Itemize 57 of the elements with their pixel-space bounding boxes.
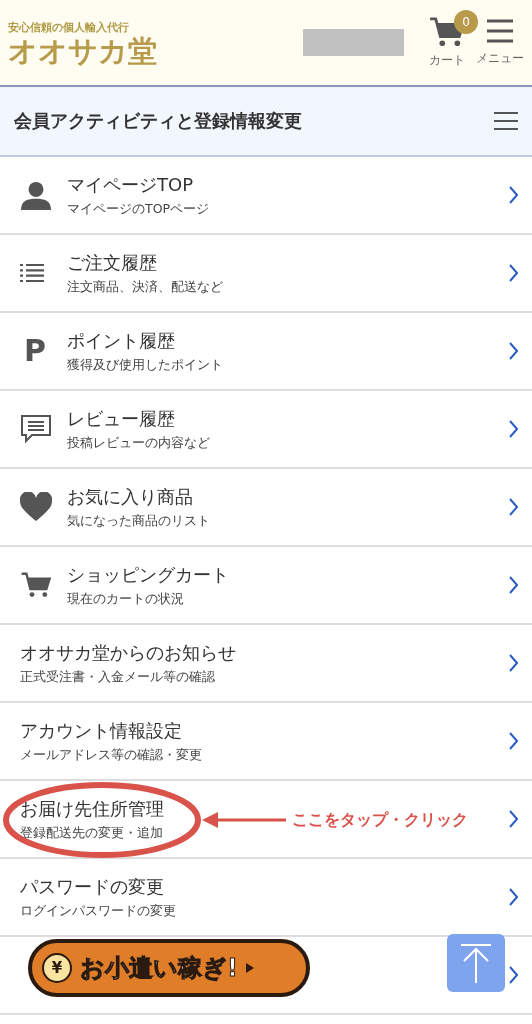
chevron-icon: [508, 966, 518, 984]
row-subtitle: 現在のカートの状況: [67, 590, 184, 608]
chevron-icon: [508, 576, 518, 594]
chevron-icon: [508, 420, 518, 438]
annotation-text: ここをタップ・クリック: [292, 809, 468, 831]
row-title: ポイント履歴: [67, 328, 175, 353]
row-subtitle: 注文商品、決済、配送など: [67, 278, 223, 296]
chevron-icon: [508, 342, 518, 360]
menu-button[interactable]: メニュー: [476, 18, 524, 67]
cart-icon: [20, 570, 52, 600]
menu-row[interactable]: ご注文履歴 注文商品、決済、配送など: [0, 235, 532, 313]
row-title: お届け先住所管理: [20, 796, 164, 821]
row-subtitle: 投稿レビューの内容など: [67, 434, 210, 452]
menu-row[interactable]: マイページTOP マイページのTOPページ: [0, 157, 532, 235]
chevron-icon: [508, 264, 518, 282]
row-subtitle: 獲得及び使用したポイント: [67, 356, 223, 374]
person-icon: [20, 180, 52, 210]
yen-coin-icon: ¥: [42, 953, 72, 983]
menu-row[interactable]: レビュー履歴 投稿レビューの内容など: [0, 391, 532, 469]
cart-count-badge: 0: [454, 10, 478, 34]
row-subtitle: メールアドレス等の確認・変更: [20, 746, 202, 764]
row-title: ご注文履歴: [67, 250, 157, 275]
menu-icon[interactable]: [494, 111, 518, 131]
row-title: オオサカ堂からのお知らせ: [20, 640, 236, 665]
play-icon: [245, 963, 254, 973]
chat-icon: [20, 414, 52, 444]
chevron-icon: [508, 810, 518, 828]
chevron-icon: [508, 888, 518, 906]
row-subtitle: ログインパスワードの変更: [20, 902, 176, 920]
list-icon: [20, 263, 44, 283]
tagline: 安心信頼の個人輸入代行: [8, 19, 130, 35]
row-title: パスワードの変更: [20, 874, 164, 899]
row-title: マイページTOP: [67, 172, 194, 197]
chevron-icon: [508, 186, 518, 204]
row-subtitle: マイページのTOPページ: [67, 200, 209, 218]
arrow-up-icon: [461, 943, 491, 983]
points-icon: P: [24, 336, 46, 366]
row-title: レビュー履歴: [67, 406, 175, 431]
heart-icon: [20, 492, 52, 522]
row-subtitle: 正式受注書・入金メール等の確認: [20, 668, 215, 686]
row-title: お気に入り商品: [67, 484, 193, 509]
menu-icon: [486, 18, 514, 44]
row-subtitle: 気になった商品のリスト: [67, 512, 210, 530]
chevron-icon: [508, 732, 518, 750]
section-title: 会員アクティビティと登録情報変更: [14, 109, 302, 133]
menu-row[interactable]: ショッピングカート 現在のカートの状況: [0, 547, 532, 625]
menu-row[interactable]: P ポイント履歴 獲得及び使用したポイント: [0, 313, 532, 391]
earn-money-banner[interactable]: ¥ お小遣い稼ぎ!: [28, 939, 310, 997]
menu-row[interactable]: オオサカ堂からのお知らせ 正式受注書・入金メール等の確認: [0, 625, 532, 703]
chevron-icon: [508, 498, 518, 516]
row-subtitle: 登録配送先の変更・追加: [20, 824, 163, 842]
menu-row[interactable]: アカウント情報設定 メールアドレス等の確認・変更: [0, 703, 532, 781]
row-title: アカウント情報設定: [20, 718, 182, 743]
menu-row[interactable]: お気に入り商品 気になった商品のリスト: [0, 469, 532, 547]
menu-row[interactable]: お届け先住所管理 登録配送先の変更・追加 ここをタップ・クリック: [0, 781, 532, 859]
row-title: ショッピングカート: [67, 562, 229, 587]
chevron-icon: [508, 654, 518, 672]
